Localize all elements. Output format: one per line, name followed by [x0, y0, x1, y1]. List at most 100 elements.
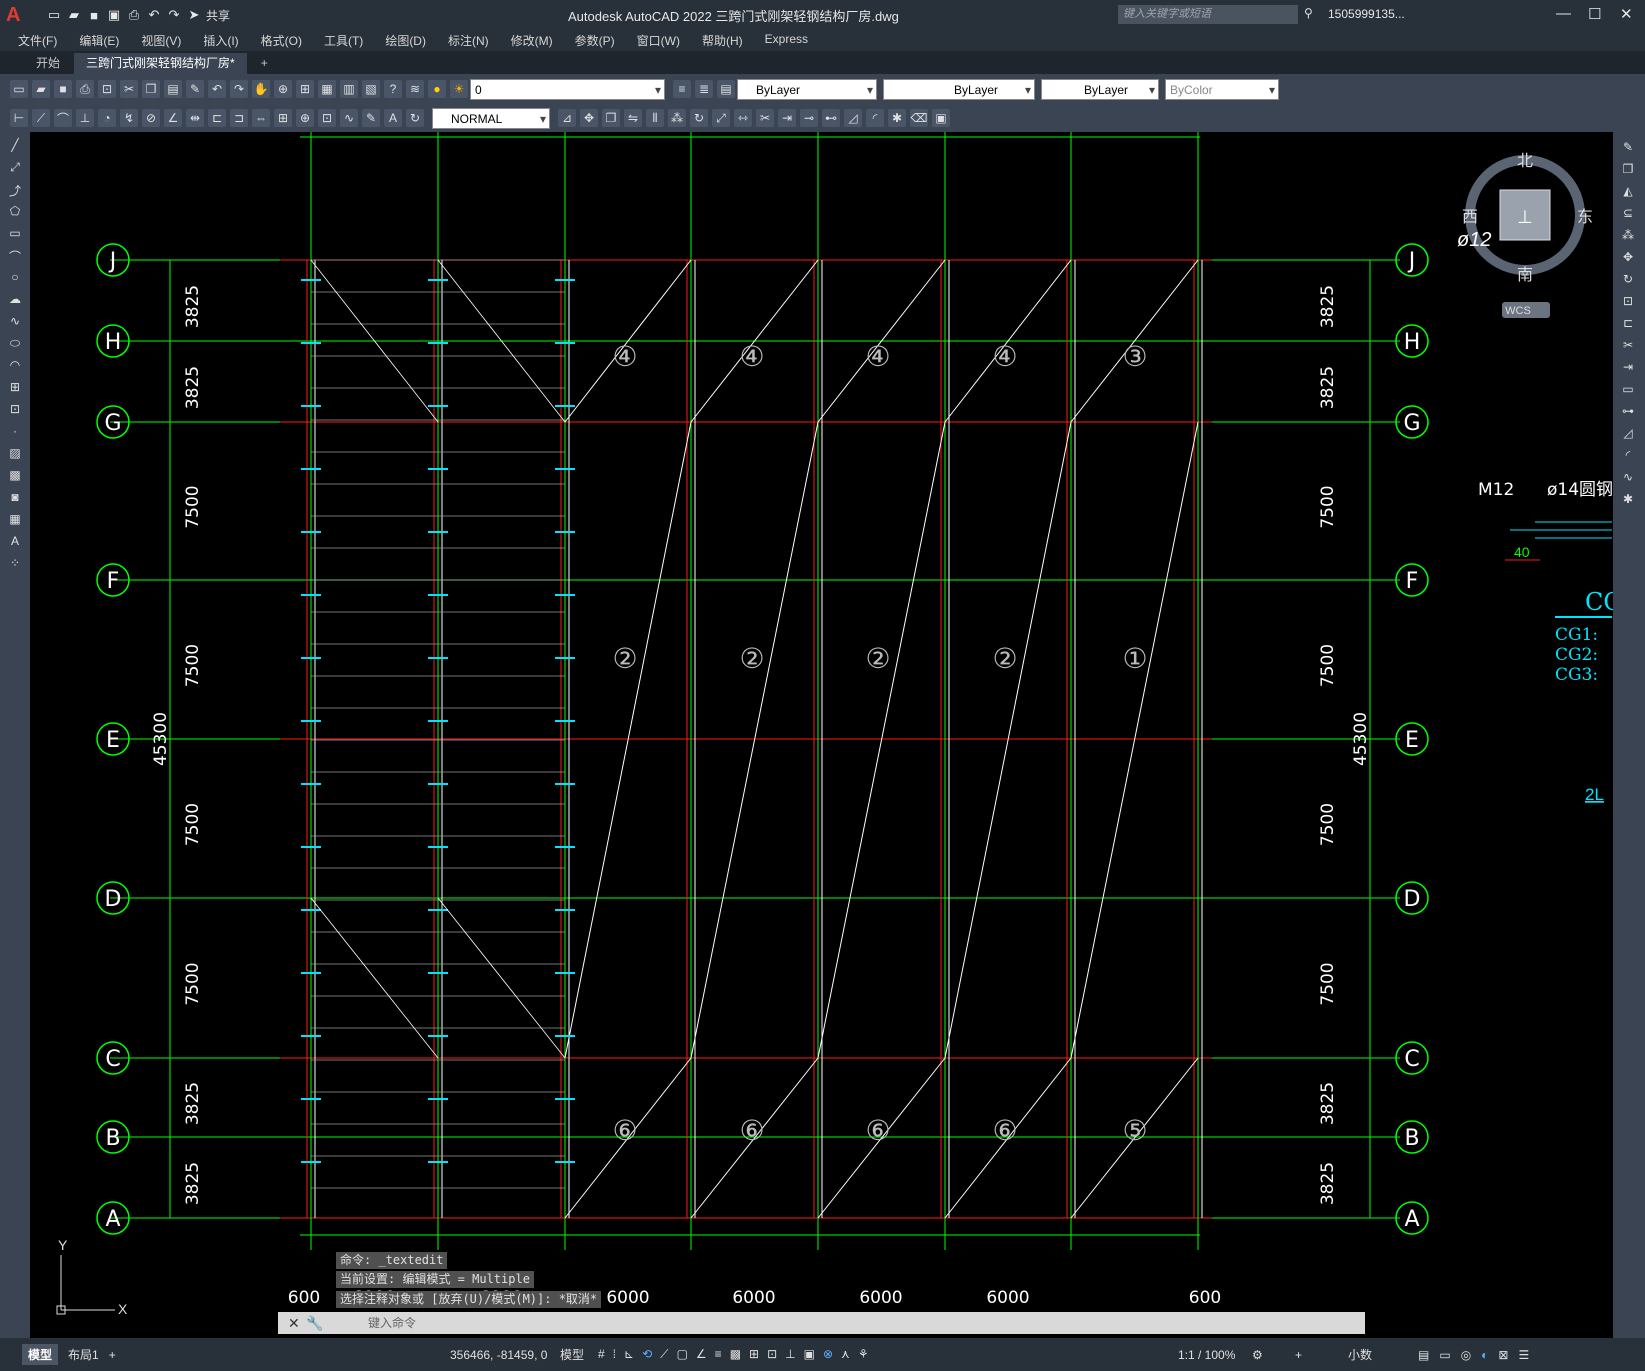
circle-icon[interactable]: ○: [7, 270, 23, 284]
stretch-icon[interactable]: ⇿: [734, 109, 752, 127]
ortho-icon[interactable]: ⊾: [624, 1347, 634, 1362]
chamfer-icon[interactable]: ◿: [1620, 426, 1636, 440]
gizmo-icon[interactable]: ⊗: [823, 1347, 833, 1362]
command-input[interactable]: 键入命令: [278, 1312, 1365, 1334]
trim-icon[interactable]: ✂: [1620, 338, 1636, 352]
settings-gear-icon[interactable]: ⚙: [1252, 1348, 1263, 1362]
dimstyle-dropdown[interactable]: NORMAL: [432, 107, 550, 130]
stretch-icon[interactable]: ⊏: [1620, 316, 1636, 330]
lineweight-icon[interactable]: ≡: [715, 1347, 722, 1362]
blend-icon[interactable]: ∿: [1620, 470, 1636, 484]
layer-previous-icon[interactable]: ≡: [673, 80, 691, 98]
paste-icon[interactable]: ▤: [164, 80, 182, 98]
break-icon[interactable]: ▭: [1620, 382, 1636, 396]
coordinates[interactable]: 356466, -81459, 0: [450, 1348, 547, 1362]
extend-icon[interactable]: ⇥: [778, 109, 796, 127]
radius-dim-icon[interactable]: ◔: [98, 109, 116, 127]
layer-iso-icon[interactable]: ▤: [717, 80, 735, 98]
layer-dropdown[interactable]: 0: [470, 78, 665, 101]
viewcube[interactable]: ⊥ 北 南 东 西 WCS ø12: [1457, 152, 1593, 318]
menu-tools[interactable]: 工具(T): [324, 32, 363, 49]
layout-tab-model[interactable]: 模型: [22, 1344, 59, 1365]
otrack-icon[interactable]: ∠: [696, 1347, 707, 1362]
join-icon[interactable]: ⊶: [1620, 404, 1636, 418]
pan-icon[interactable]: ✋: [252, 80, 270, 98]
saveas-icon[interactable]: ▣: [106, 7, 122, 23]
help-icon[interactable]: ?: [384, 80, 402, 98]
tab-start[interactable]: 开始: [24, 53, 72, 74]
viewcube-north[interactable]: 北: [1517, 152, 1533, 170]
model-space-toggle[interactable]: 模型: [560, 1346, 584, 1363]
tab-drawing[interactable]: 三跨门式刚架轻钢结构厂房*: [74, 53, 247, 74]
annotation-monitor-icon[interactable]: +: [1295, 1348, 1302, 1362]
erase-icon[interactable]: ⌫: [910, 109, 928, 127]
line-icon[interactable]: ╱: [7, 138, 23, 152]
zoom-icon[interactable]: ⊕: [274, 80, 292, 98]
menu-edit[interactable]: 编辑(E): [79, 32, 119, 49]
ellipse-arc-icon[interactable]: ◠: [7, 358, 23, 372]
point-icon[interactable]: ·: [7, 424, 23, 438]
preview-icon[interactable]: ⊡: [98, 80, 116, 98]
move-icon[interactable]: ✥: [1620, 250, 1636, 264]
selection-cycling-icon[interactable]: ⊞: [749, 1347, 759, 1362]
rotate-icon[interactable]: ↻: [1620, 272, 1636, 286]
wcs-label[interactable]: WCS: [1505, 305, 1531, 317]
hardware-acceleration-icon[interactable]: ◐: [1481, 1348, 1488, 1362]
bracing-line[interactable]: [944, 421, 1072, 1059]
arc-dim-icon[interactable]: ⌒: [54, 109, 72, 127]
plot-icon[interactable]: ⎙: [126, 7, 142, 23]
inspect-icon[interactable]: ⊡: [318, 109, 336, 127]
search-input[interactable]: 键入关键字或短语: [1118, 5, 1298, 24]
fillet-icon[interactable]: ◜: [866, 109, 884, 127]
menu-file[interactable]: 文件(F): [18, 32, 57, 49]
ordinate-dim-icon[interactable]: ⊥: [76, 109, 94, 127]
menu-dimension[interactable]: 标注(N): [448, 32, 489, 49]
linetype-dropdown[interactable]: ByLayer: [883, 78, 1035, 101]
mirror-icon[interactable]: ◭: [1620, 184, 1636, 198]
color-dropdown[interactable]: ByLayer: [737, 78, 877, 101]
break-icon[interactable]: ⊸: [800, 109, 818, 127]
maximize-icon[interactable]: ☐: [1588, 5, 1601, 23]
rectangle-icon[interactable]: ▭: [7, 226, 23, 240]
tolerance-icon[interactable]: ⊞: [274, 109, 292, 127]
gradient-icon[interactable]: ▩: [7, 468, 23, 482]
share-icon[interactable]: ➤: [186, 7, 202, 23]
zoom-window-icon[interactable]: ⊞: [296, 80, 314, 98]
arc-icon[interactable]: ⌒: [7, 248, 23, 264]
layout-tab-layout1[interactable]: 布局1: [68, 1346, 99, 1363]
mirror-icon[interactable]: ⇋: [624, 109, 642, 127]
jogged-linear-icon[interactable]: ∿: [340, 109, 358, 127]
selection-filter-icon[interactable]: ▣: [804, 1347, 815, 1362]
command-close-icon[interactable]: ✕: [288, 1315, 300, 1332]
continue-dim-icon[interactable]: ⊐: [230, 109, 248, 127]
light-bulb-icon[interactable]: ●: [428, 80, 446, 98]
command-customize-icon[interactable]: 🔧: [306, 1315, 323, 1332]
add-layout-icon[interactable]: +: [109, 1348, 116, 1362]
transparency-icon[interactable]: ▩: [730, 1347, 741, 1362]
center-mark-icon[interactable]: ⊕: [296, 109, 314, 127]
menu-insert[interactable]: 插入(I): [203, 32, 238, 49]
fillet-icon[interactable]: ◜: [1620, 448, 1636, 462]
region-icon[interactable]: ◙: [7, 490, 23, 504]
snap-icon[interactable]: ⁞: [613, 1347, 616, 1362]
quick-properties-icon[interactable]: ▤: [1418, 1348, 1429, 1362]
dim-text-edit-icon[interactable]: A: [384, 109, 402, 127]
baseline-dim-icon[interactable]: ⊏: [208, 109, 226, 127]
scale-icon[interactable]: ⊡: [1620, 294, 1636, 308]
bracing-line[interactable]: [1070, 421, 1199, 1059]
copy-icon[interactable]: ❐: [142, 80, 160, 98]
offset-icon[interactable]: ⊆: [1620, 206, 1636, 220]
insert-block-icon[interactable]: ⊞: [7, 380, 23, 394]
viewcube-west[interactable]: 西: [1462, 209, 1478, 226]
search-icon[interactable]: ⚲: [1304, 6, 1313, 20]
construction-line-icon[interactable]: ⤢: [7, 160, 23, 174]
dynamic-ucs-icon[interactable]: ⊥: [785, 1347, 795, 1362]
save-icon[interactable]: ■: [54, 80, 72, 98]
new-tab-icon[interactable]: +: [249, 53, 280, 74]
properties-icon[interactable]: ▦: [318, 80, 336, 98]
trim-icon[interactable]: ✂: [756, 109, 774, 127]
design-center-icon[interactable]: ▥: [340, 80, 358, 98]
match-icon[interactable]: ✎: [186, 80, 204, 98]
dim-update-icon[interactable]: ↻: [406, 109, 424, 127]
menu-draw[interactable]: 绘图(D): [385, 32, 426, 49]
